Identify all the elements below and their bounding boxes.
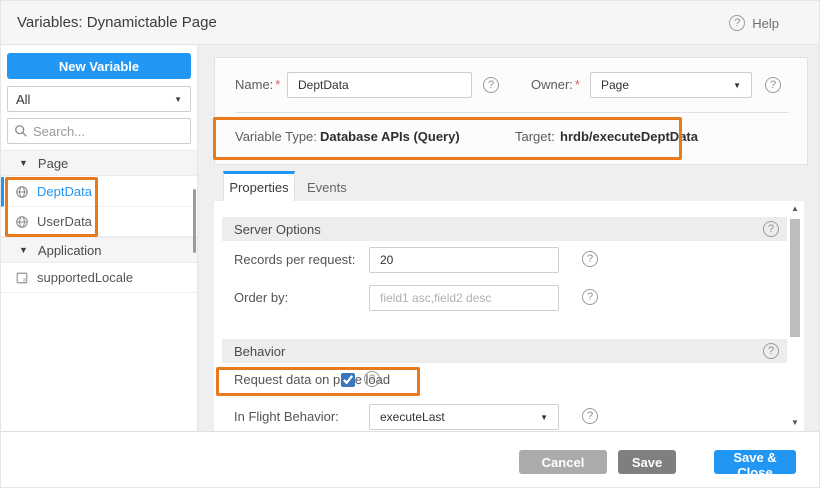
sidebar-scrollbar-thumb[interactable]: [193, 189, 196, 253]
chevron-down-icon: ▼: [174, 95, 182, 104]
service-variable-icon: [15, 185, 29, 199]
owner-dropdown[interactable]: Page ▼: [590, 72, 752, 98]
tree-item-label: DeptData: [37, 184, 92, 199]
tree-item-label: UserData: [37, 214, 92, 229]
section-title: Server Options: [234, 222, 321, 237]
order-by-help-icon[interactable]: ?: [582, 289, 598, 305]
dialog-header: Variables: Dynamictable Page ? Help: [1, 1, 820, 45]
model-variable-icon: x: [15, 271, 29, 285]
chevron-down-icon: ▼: [733, 81, 741, 90]
sidebar-item-deptdata[interactable]: DeptData: [1, 177, 197, 207]
name-label: Name:*: [235, 77, 280, 92]
server-options-help-icon[interactable]: ?: [763, 221, 779, 237]
variable-type-value: Database APIs (Query): [320, 129, 460, 144]
sidebar-item-userdata[interactable]: UserData: [1, 207, 197, 237]
new-variable-button[interactable]: New Variable: [7, 53, 191, 79]
name-input[interactable]: [287, 72, 472, 98]
filter-dropdown[interactable]: All ▼: [7, 86, 191, 112]
variables-sidebar: New Variable All ▼ ▼ Page DeptData Use: [1, 45, 198, 431]
section-label: Application: [38, 243, 102, 258]
cancel-button[interactable]: Cancel: [519, 450, 607, 474]
filter-value: All: [16, 92, 30, 107]
variables-dialog: Variables: Dynamictable Page ? Help New …: [0, 0, 820, 488]
chevron-down-icon: ▼: [540, 413, 548, 422]
help-icon: ?: [729, 15, 745, 31]
scroll-down-icon[interactable]: ▼: [788, 417, 802, 429]
variable-type-label: Variable Type:: [235, 129, 317, 144]
section-label: Page: [38, 156, 68, 171]
target-value: hrdb/executeDeptData: [560, 129, 698, 144]
collapse-triangle-icon: ▼: [19, 245, 28, 255]
variable-summary-card: Name:* ? Owner:* Page ▼ ? Variable Type:…: [214, 57, 808, 165]
target-label: Target:: [515, 129, 555, 144]
required-asterisk: *: [275, 77, 280, 92]
collapse-triangle-icon: ▼: [19, 158, 28, 168]
tab-properties[interactable]: Properties: [223, 171, 295, 201]
help-button[interactable]: ? Help: [729, 1, 779, 45]
in-flight-behavior-dropdown[interactable]: executeLast ▼: [369, 404, 559, 430]
sidebar-section-page[interactable]: ▼ Page: [1, 150, 197, 176]
required-asterisk: *: [575, 77, 580, 92]
server-options-section-header: Server Options ?: [222, 217, 787, 241]
tab-events[interactable]: Events: [301, 174, 353, 201]
behavior-help-icon[interactable]: ?: [763, 343, 779, 359]
records-per-request-input[interactable]: [369, 247, 559, 273]
in-flight-behavior-label: In Flight Behavior:: [234, 409, 339, 424]
dialog-footer: Cancel Save Save & Close: [1, 431, 820, 488]
scroll-up-icon[interactable]: ▲: [788, 203, 802, 215]
page-title: Variables: Dynamictable Page: [17, 1, 217, 45]
panel-scrollbar[interactable]: ▲ ▼: [788, 203, 802, 429]
save-and-close-button[interactable]: Save & Close: [714, 450, 796, 474]
section-title: Behavior: [234, 344, 285, 359]
records-help-icon[interactable]: ?: [582, 251, 598, 267]
order-by-label: Order by:: [234, 290, 288, 305]
search-input[interactable]: [33, 124, 184, 139]
in-flight-help-icon[interactable]: ?: [582, 408, 598, 424]
in-flight-behavior-value: executeLast: [380, 410, 445, 424]
panel-scrollbar-thumb[interactable]: [790, 219, 800, 337]
owner-label: Owner:*: [531, 77, 580, 92]
service-variable-icon: [15, 215, 29, 229]
owner-help-icon[interactable]: ?: [765, 77, 781, 93]
card-separator: [235, 112, 789, 113]
properties-panel: Server Options ? Records per request: ? …: [214, 201, 804, 431]
tree-item-label: supportedLocale: [37, 270, 133, 285]
save-button[interactable]: Save: [618, 450, 676, 474]
owner-value: Page: [601, 78, 629, 92]
search-icon: [14, 124, 28, 138]
records-per-request-label: Records per request:: [234, 252, 355, 267]
sidebar-section-application[interactable]: ▼ Application: [1, 237, 197, 263]
request-data-checkbox[interactable]: [341, 373, 355, 387]
search-box[interactable]: [7, 118, 191, 144]
name-help-icon[interactable]: ?: [483, 77, 499, 93]
request-data-help-icon[interactable]: ?: [364, 371, 380, 387]
order-by-input[interactable]: [369, 285, 559, 311]
sidebar-item-supportedlocale[interactable]: x supportedLocale: [1, 263, 197, 293]
help-label: Help: [752, 16, 779, 31]
behavior-section-header: Behavior ?: [222, 339, 787, 363]
